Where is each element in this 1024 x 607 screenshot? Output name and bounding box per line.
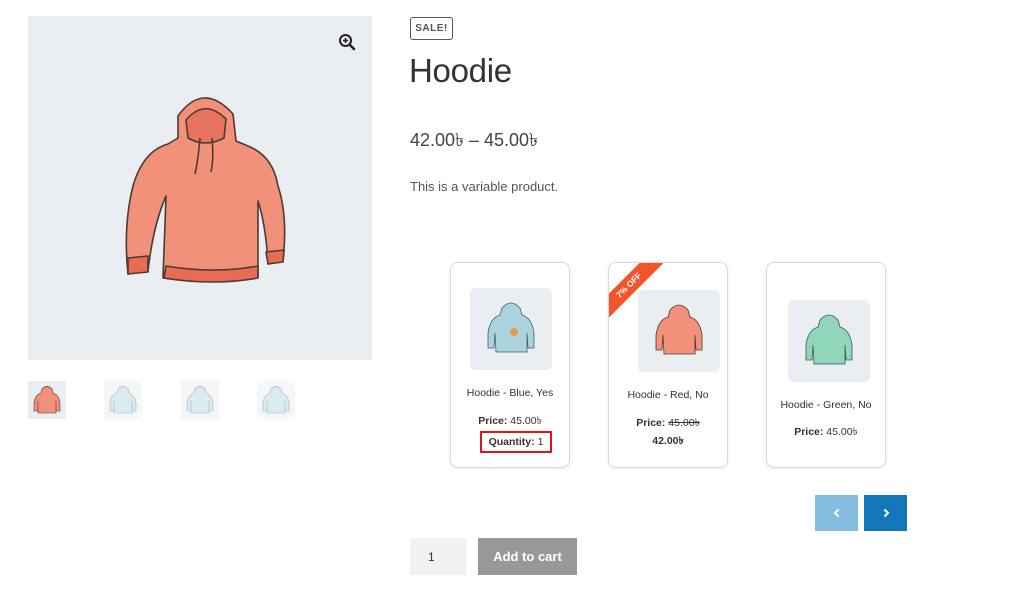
quantity-highlight: Quantity: 1 xyxy=(480,431,552,453)
price-label: Price: xyxy=(478,415,508,427)
thumbnail-3[interactable] xyxy=(181,381,219,419)
product-main-image[interactable] xyxy=(28,16,372,360)
variation-price: Price: 45.00৳ xyxy=(609,416,727,433)
sale-price-value: 42.00৳ xyxy=(652,435,684,447)
thumbnail-4[interactable] xyxy=(257,381,295,419)
discount-ribbon: 7% OFF xyxy=(609,263,671,325)
variation-price: Price: 45.00৳ xyxy=(767,425,885,442)
sale-price: 42.00৳ xyxy=(609,434,727,451)
price-value: 45.00৳ xyxy=(510,415,542,427)
add-to-cart-button[interactable]: Add to cart xyxy=(478,538,577,575)
variation-name: Hoodie - Blue, Yes xyxy=(466,387,554,399)
product-price-range: 42.00৳ – 45.00৳ xyxy=(410,130,539,150)
hoodie-illustration xyxy=(125,97,286,283)
price-label: Price: xyxy=(636,417,666,429)
slider-prev-button[interactable] xyxy=(815,495,858,531)
regular-price: 45.00৳ xyxy=(668,417,700,429)
thumbnail-2[interactable] xyxy=(104,381,142,419)
variation-card-red[interactable]: 7% OFF Hoodie - Red, No Price: 45.00৳ 42… xyxy=(608,262,728,468)
variation-price: Price: 45.00৳ xyxy=(451,414,569,431)
zoom-in-icon[interactable] xyxy=(338,33,356,51)
chevron-left-icon xyxy=(833,508,839,518)
variation-card-green[interactable]: Hoodie - Green, No Price: 45.00৳ xyxy=(766,262,886,468)
variation-image[interactable] xyxy=(788,300,870,382)
chevron-right-icon xyxy=(883,508,889,518)
sale-badge: SALE! xyxy=(410,17,453,40)
variation-card-blue[interactable]: Hoodie - Blue, Yes Price: 45.00৳ Quantit… xyxy=(450,262,570,468)
variation-image[interactable] xyxy=(470,288,552,370)
product-title: Hoodie xyxy=(409,52,512,89)
price-label: Price: xyxy=(794,426,824,438)
quantity-label: Quantity: xyxy=(488,436,535,448)
slider-next-button[interactable] xyxy=(864,495,907,531)
variation-name: Hoodie - Green, No xyxy=(780,399,872,411)
product-description: This is a variable product. xyxy=(410,179,559,194)
variation-name: Hoodie - Red, No xyxy=(627,389,709,401)
quantity-input[interactable] xyxy=(410,538,466,575)
thumbnail-1[interactable] xyxy=(28,381,66,419)
discount-ribbon-label: 7% OFF xyxy=(609,263,664,320)
price-value: 45.00৳ xyxy=(826,426,858,438)
quantity-value: 1 xyxy=(537,436,544,448)
